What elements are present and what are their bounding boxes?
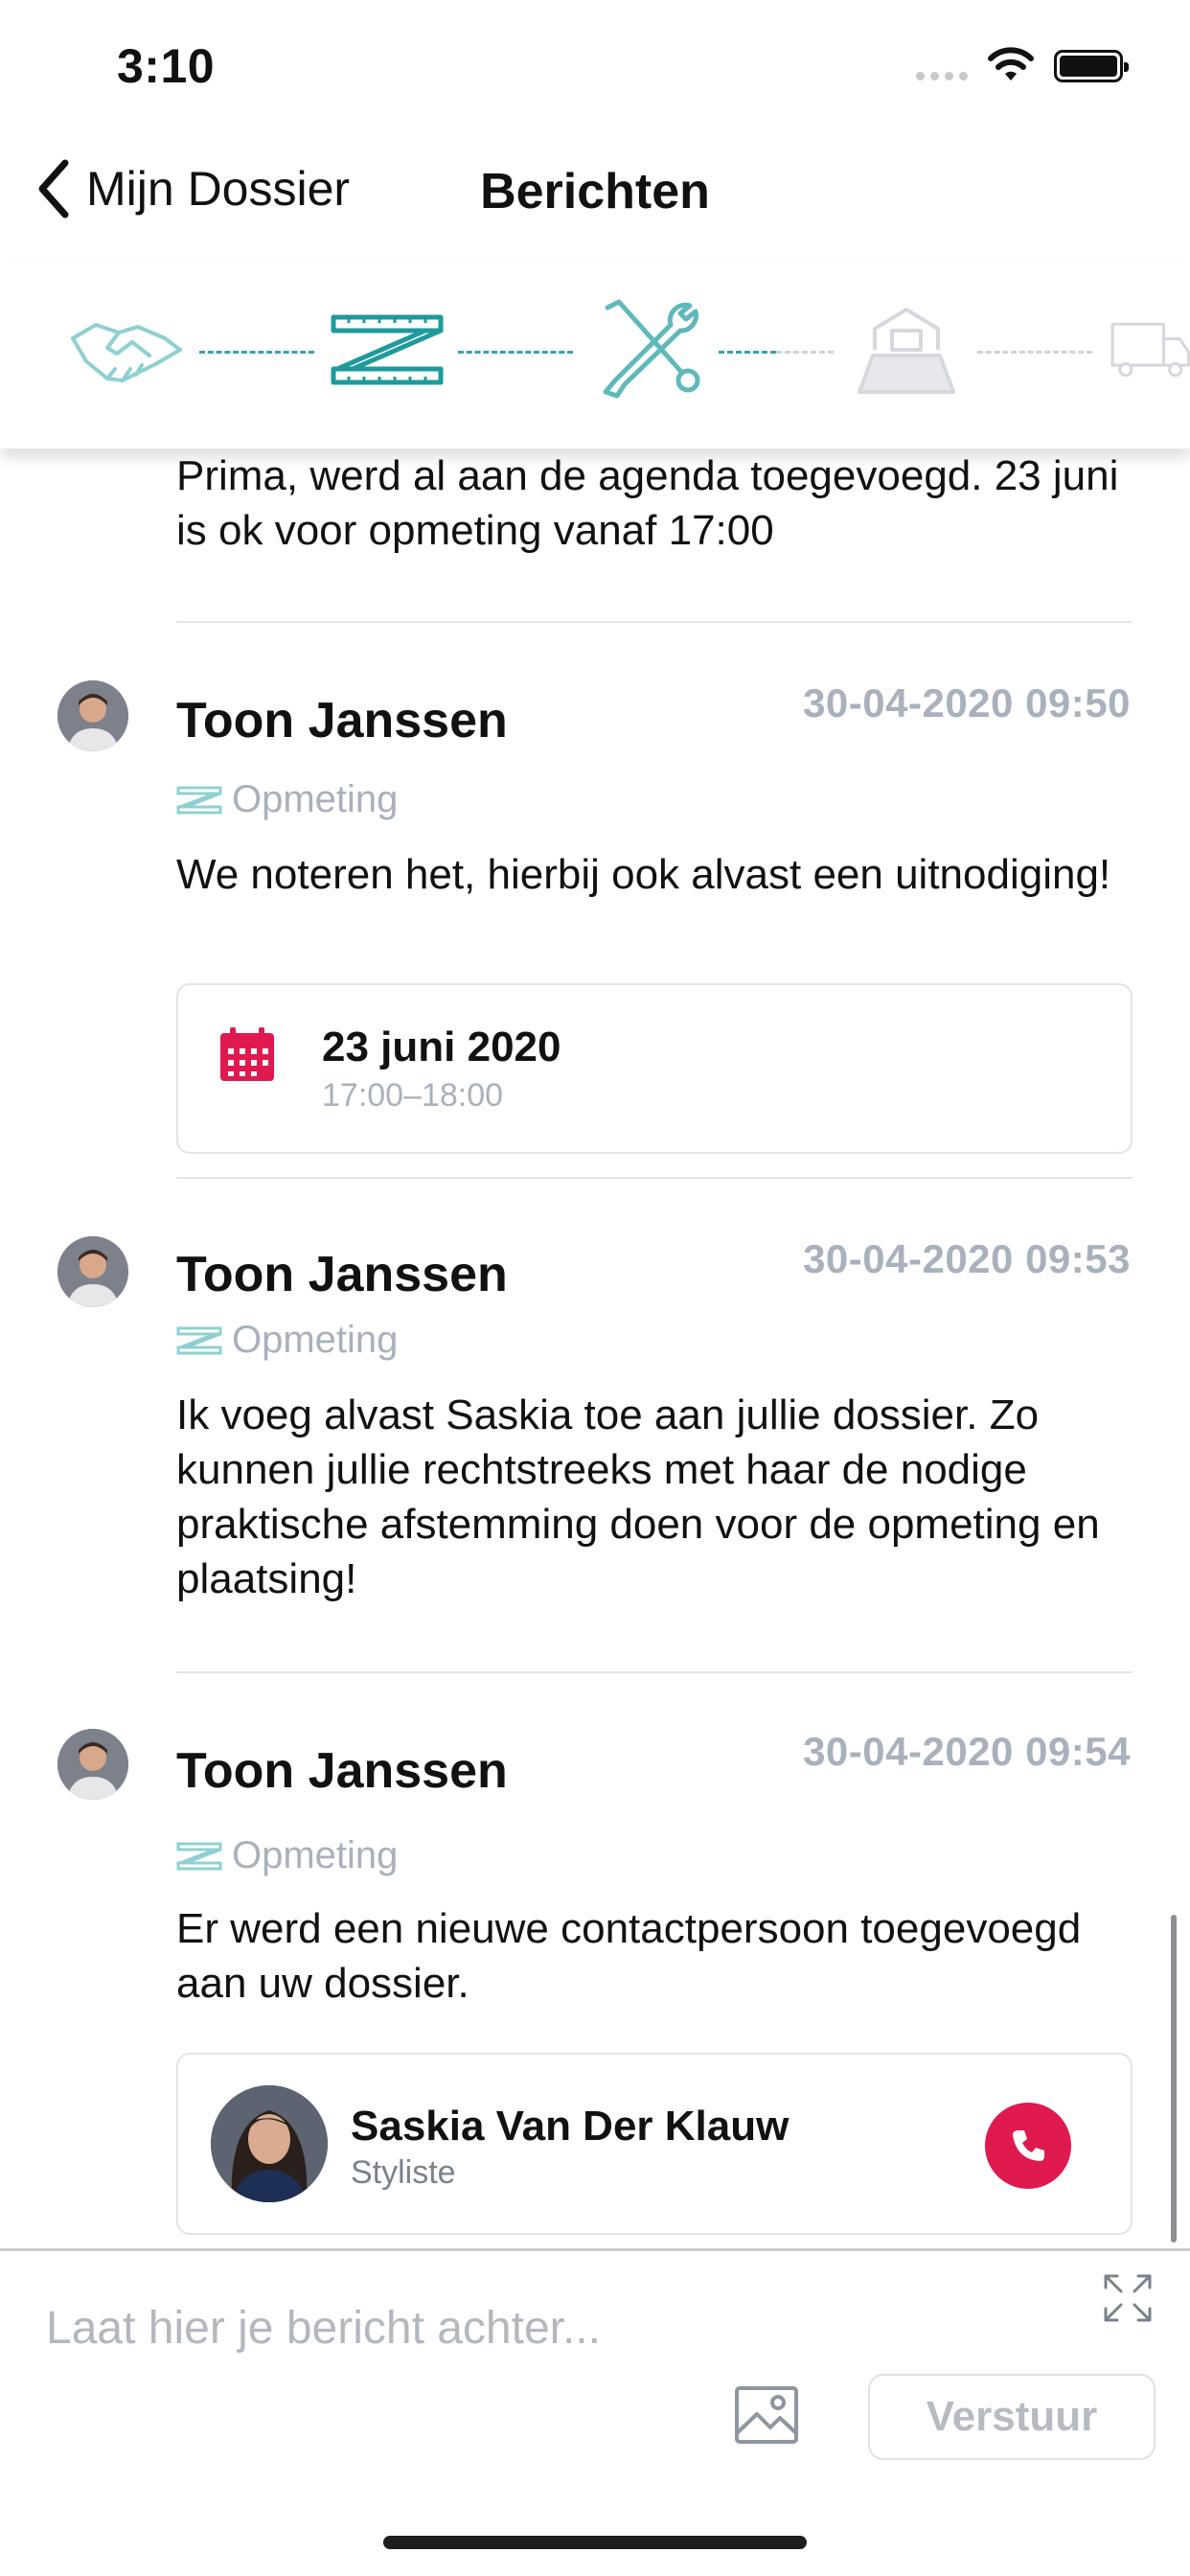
phase-tag-label: Opmeting [232, 1319, 399, 1361]
measuring-tape-icon [176, 786, 222, 814]
divider [176, 1177, 1133, 1179]
navigation-bar: Berichten Mijn Dossier [0, 125, 1190, 259]
avatar [211, 2085, 328, 2202]
message-item: Toon Janssen 30-04-2020 09:50 Opmeting W… [0, 680, 1190, 1154]
contact-card[interactable]: Saskia Van Der Klauw Styliste [176, 2053, 1133, 2235]
contact-name: Saskia Van Der Klauw [351, 2103, 790, 2150]
message-author: Toon Janssen [176, 1743, 508, 1799]
message-item: Toon Janssen 30-04-2020 09:53 Opmeting I… [0, 1236, 1190, 1620]
calendar-invite-card[interactable]: 23 juni 2020 17:00–18:00 [176, 983, 1133, 1154]
phase-tag: Opmeting [176, 1834, 398, 1877]
message-text: Er werd een nieuwe contactpersoon toegev… [176, 1905, 1082, 2007]
image-icon[interactable] [734, 2385, 799, 2445]
message-author: Toon Janssen [176, 693, 508, 748]
calendar-date: 23 juni 2020 [322, 1024, 561, 1070]
step-installation[interactable] [849, 297, 964, 402]
send-button[interactable]: Verstuur [868, 2374, 1156, 2460]
home-indicator[interactable] [383, 2536, 807, 2549]
tools-icon [603, 299, 700, 399]
avatar[interactable] [57, 1236, 128, 1307]
phase-tag-label: Opmeting [232, 778, 399, 820]
phase-tag: Opmeting [176, 1319, 398, 1362]
step-connector [719, 351, 776, 354]
battery-icon [1054, 50, 1129, 82]
contact-role: Styliste [351, 2154, 456, 2191]
message-text: Ik voeg alvast Saskia toe aan jullie dos… [176, 1392, 1100, 1602]
cellular-signal-icon [916, 72, 968, 80]
step-handshake[interactable] [69, 297, 184, 402]
step-connector [199, 351, 314, 354]
message-feed[interactable]: Prima, werd al aan de agenda toegevoegd.… [0, 448, 1190, 2248]
measuring-tape-icon [331, 314, 444, 385]
status-bar: 3:10 [0, 0, 1190, 125]
expand-icon[interactable] [1102, 2272, 1154, 2324]
back-button[interactable]: Mijn Dossier [34, 157, 350, 220]
back-button-label: Mijn Dossier [86, 162, 351, 216]
measuring-tape-icon [176, 1842, 222, 1870]
divider [176, 1671, 1133, 1673]
measuring-tape-icon [176, 1326, 222, 1354]
calendar-icon [220, 1027, 274, 1081]
dossier-progress-bar [0, 259, 1190, 448]
message-text: We noteren het, hierbij ook alvast een u… [176, 851, 1111, 898]
handshake-icon [71, 323, 182, 382]
wifi-icon [988, 47, 1034, 80]
message-input[interactable] [46, 2289, 1042, 2366]
avatar[interactable] [57, 1729, 128, 1800]
avatar[interactable] [57, 680, 128, 751]
message-author: Toon Janssen [176, 1247, 508, 1302]
calendar-time: 17:00–18:00 [322, 1077, 504, 1114]
phone-icon [1013, 2130, 1044, 2161]
step-connector [977, 351, 1092, 354]
status-time: 3:10 [117, 39, 216, 93]
call-button[interactable] [985, 2103, 1071, 2189]
phase-tag: Opmeting [176, 778, 398, 821]
delivery-truck-icon [1110, 322, 1190, 378]
message-composer: Verstuur [0, 2248, 1190, 2576]
step-delivery[interactable] [1110, 297, 1190, 402]
step-measuring[interactable] [330, 297, 445, 402]
chevron-left-icon [38, 159, 69, 218]
step-connector [776, 351, 834, 354]
step-connector [458, 351, 573, 354]
message-text: Prima, werd al aan de agenda toegevoegd.… [176, 452, 1119, 554]
divider [176, 621, 1133, 623]
step-tools[interactable] [590, 297, 705, 402]
message-timestamp: 30-04-2020 09:54 [803, 1729, 1131, 1774]
phase-tag-label: Opmeting [232, 1834, 399, 1876]
scrollbar[interactable] [1171, 1915, 1177, 2242]
message-timestamp: 30-04-2020 09:53 [803, 1236, 1131, 1281]
message-item: Toon Janssen 30-04-2020 09:54 Opmeting E… [0, 1729, 1190, 2246]
kitchen-install-icon [858, 308, 955, 394]
message-timestamp: 30-04-2020 09:50 [803, 680, 1131, 725]
